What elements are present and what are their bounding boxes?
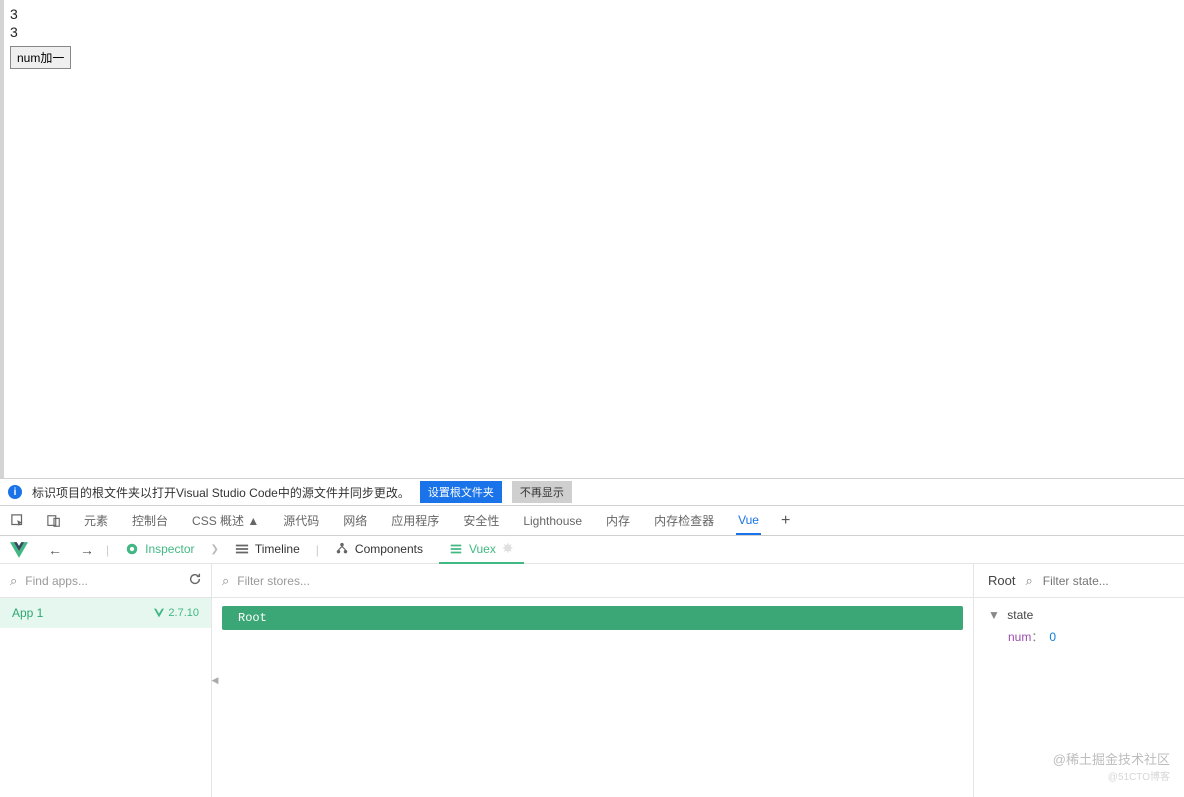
num-display-2: 3 (10, 24, 1174, 40)
state-value: 0 (1049, 630, 1056, 644)
tab-vue[interactable]: Vue (736, 507, 761, 535)
vue-logo-icon (10, 542, 28, 558)
back-arrow-icon[interactable]: ← (42, 542, 68, 558)
state-tree: ▼ state num： 0 (974, 598, 1184, 655)
vue-small-icon (154, 608, 164, 618)
app-list-item[interactable]: App 1 2.7.10 (0, 598, 211, 628)
search-icon: ⌕ (10, 573, 17, 589)
left-stripe (0, 0, 4, 478)
device-toggle-icon[interactable] (46, 514, 62, 528)
divider: | (106, 543, 109, 557)
timeline-icon (235, 542, 249, 556)
forward-arrow-icon[interactable]: → (74, 542, 100, 558)
search-icon: ⌕ (222, 573, 229, 589)
watermark: @稀土掘金技术社区 @51CTO博客 (1053, 749, 1170, 783)
tab-memory[interactable]: 内存 (604, 506, 632, 535)
tab-console[interactable]: 控制台 (130, 506, 170, 535)
tab-components[interactable]: Components (325, 537, 433, 563)
app-name: App 1 (12, 606, 43, 620)
state-colon: ： (1031, 630, 1043, 644)
gear-icon[interactable]: ✸ (502, 540, 514, 557)
dismiss-button[interactable]: 不再显示 (512, 481, 572, 503)
tab-timeline-label: Timeline (255, 542, 300, 556)
state-key: num (1008, 630, 1031, 644)
chevron-right-icon: ❯ (210, 544, 218, 555)
state-header: Root ⌕ (974, 564, 1184, 598)
find-apps-row: ⌕ (0, 564, 211, 598)
tab-sources[interactable]: 源代码 (281, 506, 321, 535)
components-icon (335, 542, 349, 556)
find-apps-input[interactable] (25, 574, 180, 588)
tab-vuex[interactable]: Vuex ✸ (439, 535, 524, 564)
watermark-line1: @稀土掘金技术社区 (1053, 749, 1170, 768)
state-title: Root (988, 573, 1015, 588)
state-label: state (1007, 608, 1033, 622)
panels: ⌕ App 1 2.7.10 ◀ ⌕ Root Root ⌕ (0, 564, 1184, 797)
info-icon: i (8, 485, 22, 499)
add-tab-icon[interactable]: + (781, 512, 790, 530)
info-text: 标识项目的根文件夹以打开Visual Studio Code中的源文件并同步更改… (32, 484, 410, 501)
num-display-1: 3 (10, 6, 1174, 22)
collapse-handle[interactable]: ◀ (211, 661, 219, 701)
tab-elements[interactable]: 元素 (82, 506, 110, 535)
tab-css-overview[interactable]: CSS 概述 ▲ (190, 506, 261, 535)
vue-devtools-tabs: ← → | Inspector ❯ Timeline | Components … (0, 536, 1184, 564)
increment-button[interactable]: num加一 (10, 46, 71, 69)
apps-panel: ⌕ App 1 2.7.10 (0, 564, 212, 797)
set-root-folder-button[interactable]: 设置根文件夹 (420, 481, 502, 503)
store-root-item[interactable]: Root (222, 606, 963, 630)
search-icon: ⌕ (1025, 573, 1032, 589)
devtools-tabs: 元素 控制台 CSS 概述 ▲ 源代码 网络 应用程序 安全性 Lighthou… (0, 506, 1184, 536)
tab-application[interactable]: 应用程序 (389, 506, 441, 535)
target-icon (125, 542, 139, 556)
tab-inspector[interactable]: Inspector (115, 537, 204, 563)
stores-panel: ◀ ⌕ Root (212, 564, 974, 797)
filter-stores-input[interactable] (237, 574, 963, 588)
tab-components-label: Components (355, 542, 423, 556)
tab-vuex-label: Vuex (469, 542, 496, 556)
vuex-icon (449, 542, 463, 556)
info-bar: i 标识项目的根文件夹以打开Visual Studio Code中的源文件并同步… (0, 478, 1184, 506)
tab-security[interactable]: 安全性 (461, 506, 501, 535)
tab-network[interactable]: 网络 (341, 506, 369, 535)
watermark-line2: @51CTO博客 (1053, 768, 1170, 783)
tab-lighthouse[interactable]: Lighthouse (521, 508, 584, 534)
divider: | (316, 543, 319, 557)
page-content: 3 3 num加一 (0, 0, 1184, 478)
app-version: 2.7.10 (154, 607, 199, 619)
tab-timeline[interactable]: Timeline (225, 537, 310, 563)
inspect-element-icon[interactable] (10, 514, 26, 528)
state-root-node[interactable]: ▼ state (988, 608, 1170, 622)
state-entry[interactable]: num： 0 (988, 628, 1170, 645)
collapse-toggle-icon[interactable]: ▼ (988, 608, 1000, 622)
tab-inspector-label: Inspector (145, 542, 194, 556)
refresh-icon[interactable] (188, 572, 202, 589)
filter-stores-row: ⌕ (212, 564, 973, 598)
filter-state-input[interactable] (1043, 574, 1184, 588)
tab-memory-inspector[interactable]: 内存检查器 (652, 506, 716, 535)
